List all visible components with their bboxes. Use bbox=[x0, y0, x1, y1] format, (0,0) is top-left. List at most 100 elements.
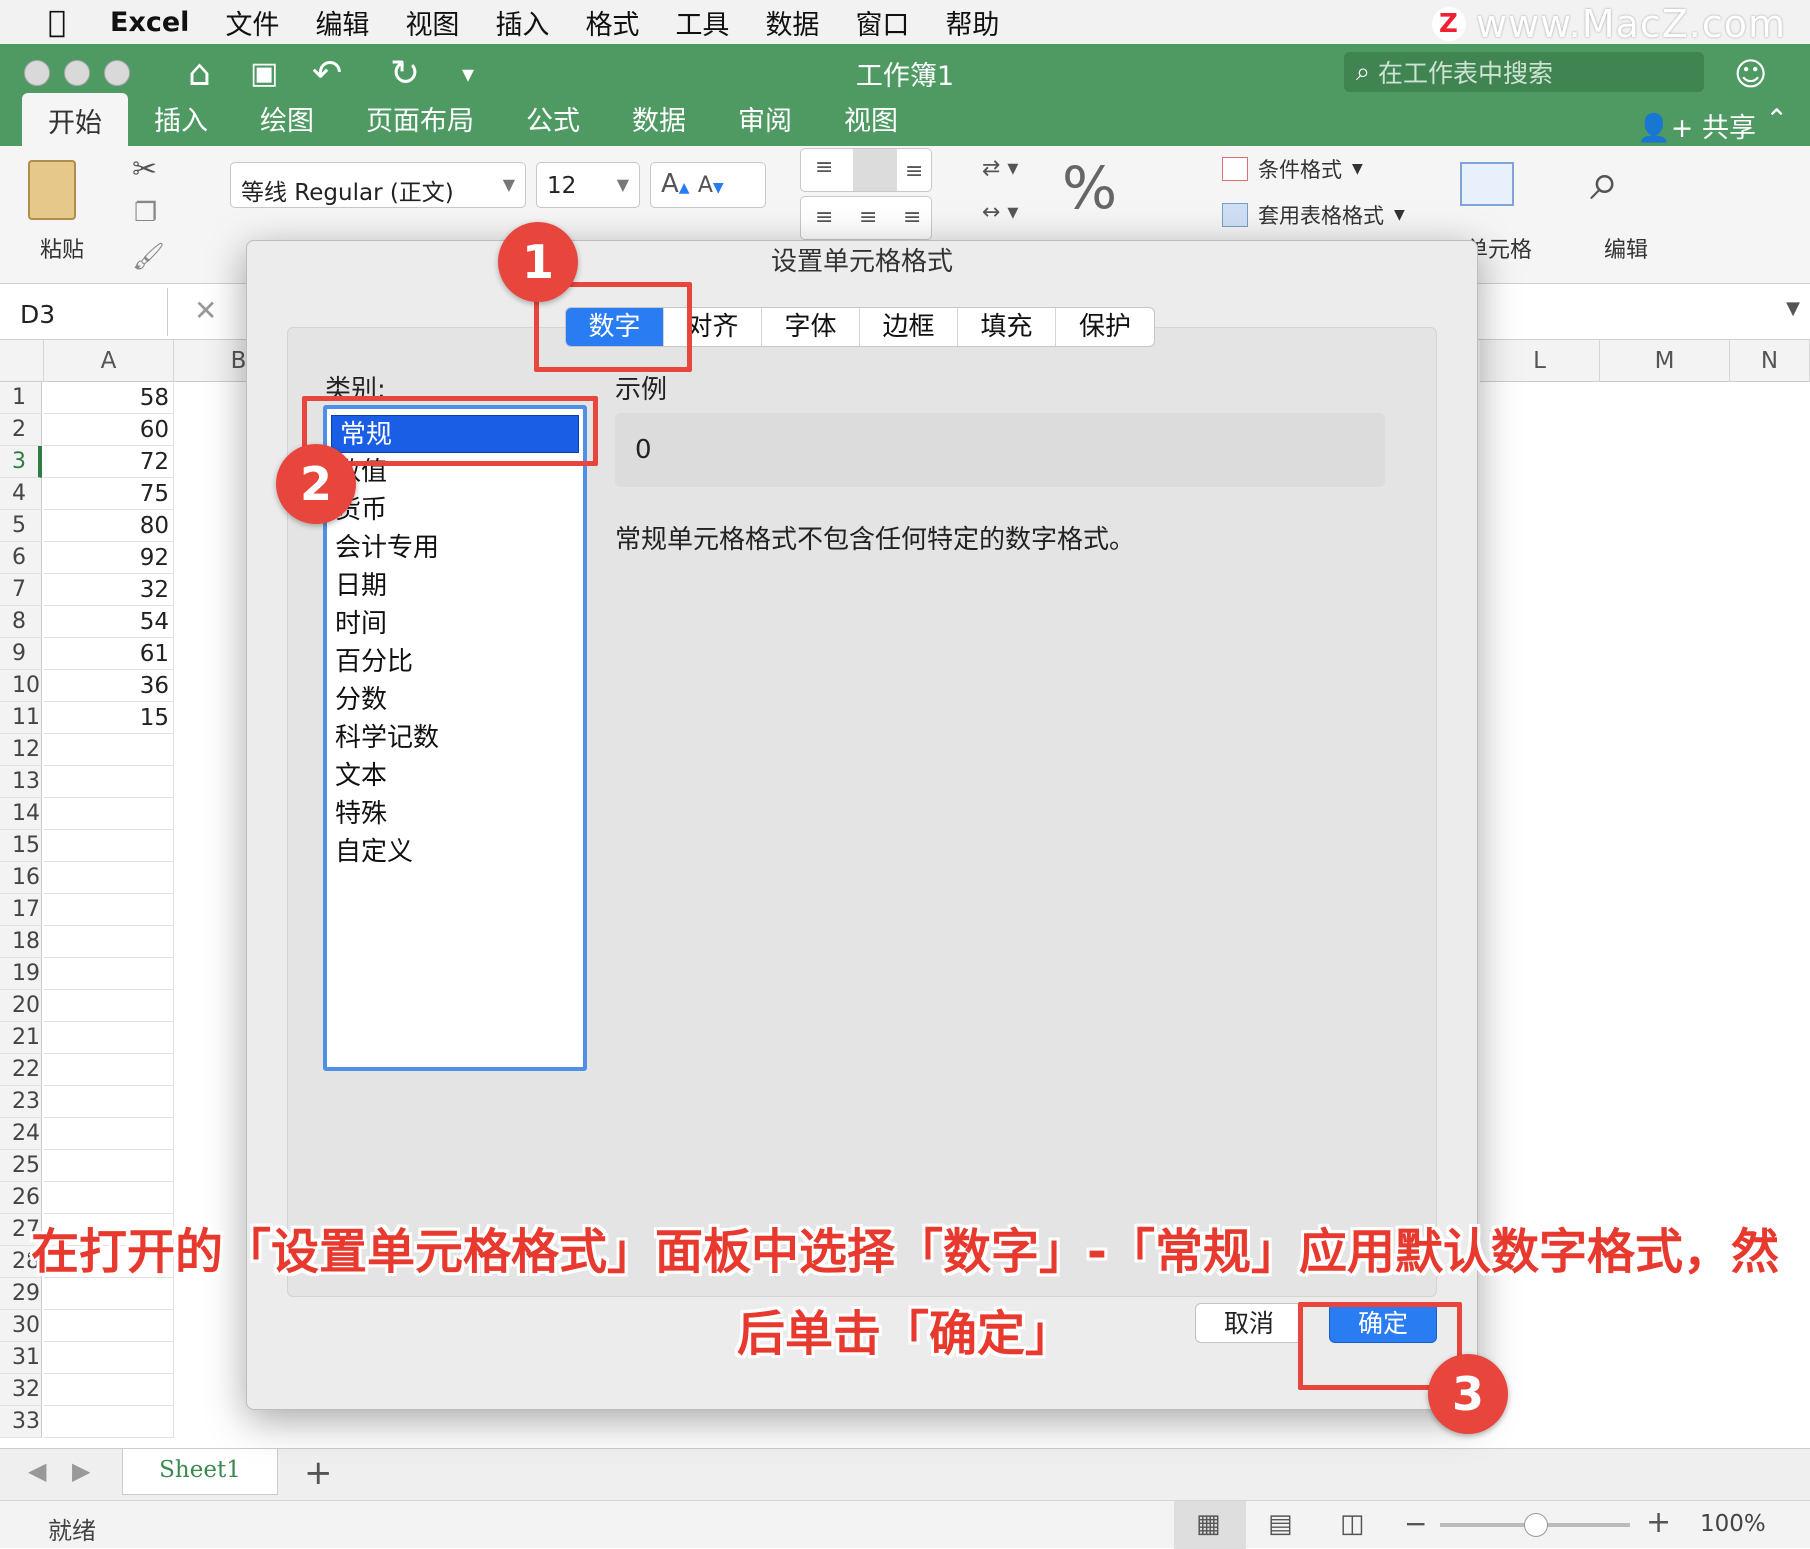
category-percentage[interactable]: 百分比 bbox=[327, 643, 583, 681]
menu-edit[interactable]: 编辑 bbox=[315, 3, 369, 42]
tab-protection[interactable]: 保护 bbox=[1056, 308, 1154, 346]
cell-a[interactable] bbox=[44, 862, 174, 894]
row-header[interactable]: 12 bbox=[0, 734, 42, 766]
clipboard-icon[interactable] bbox=[28, 160, 76, 220]
menu-file[interactable]: 文件 bbox=[225, 3, 279, 42]
collapse-ribbon-icon[interactable]: ⌃ bbox=[1765, 104, 1788, 135]
cell-a[interactable] bbox=[44, 1086, 174, 1118]
cell-a[interactable]: 54 bbox=[44, 606, 174, 638]
cell-a[interactable] bbox=[44, 1022, 174, 1054]
column-header-n[interactable]: N bbox=[1730, 340, 1810, 382]
shrink-font-button[interactable]: A bbox=[698, 173, 713, 198]
page-break-view-icon[interactable]: ◫ bbox=[1340, 1509, 1365, 1539]
expand-formula-bar-icon[interactable]: ▼ bbox=[1786, 298, 1800, 319]
cell-a[interactable] bbox=[44, 1374, 174, 1406]
row-header[interactable]: 32 bbox=[0, 1374, 42, 1406]
cell-a[interactable]: 92 bbox=[44, 542, 174, 574]
cell-a[interactable]: 80 bbox=[44, 510, 174, 542]
cell-a[interactable]: 72 bbox=[44, 446, 174, 478]
cell-a[interactable]: 32 bbox=[44, 574, 174, 606]
cell-a[interactable] bbox=[44, 1150, 174, 1182]
cell-a[interactable] bbox=[44, 798, 174, 830]
menu-format[interactable]: 格式 bbox=[585, 3, 639, 42]
menu-help[interactable]: 帮助 bbox=[945, 3, 999, 42]
zoom-slider-thumb[interactable] bbox=[1524, 1513, 1548, 1537]
cell-a[interactable] bbox=[44, 958, 174, 990]
percent-number-format-icon[interactable]: % bbox=[1062, 154, 1117, 222]
row-header[interactable]: 7 bbox=[0, 574, 42, 606]
name-box[interactable]: D3 bbox=[0, 288, 168, 336]
row-header[interactable]: 25 bbox=[0, 1150, 42, 1182]
row-header[interactable]: 21 bbox=[0, 1022, 42, 1054]
cell-a[interactable] bbox=[44, 734, 174, 766]
row-header[interactable]: 6 bbox=[0, 542, 42, 574]
cell-a[interactable]: 58 bbox=[44, 382, 174, 414]
row-header[interactable]: 16 bbox=[0, 862, 42, 894]
apple-icon[interactable]:  bbox=[42, 5, 72, 40]
cells-icon[interactable] bbox=[1460, 162, 1514, 206]
menu-data[interactable]: 数据 bbox=[765, 3, 819, 42]
row-header[interactable]: 1 bbox=[0, 382, 42, 414]
row-header[interactable]: 22 bbox=[0, 1054, 42, 1086]
prev-sheet-icon[interactable]: ◀ bbox=[28, 1457, 46, 1485]
format-as-table-button[interactable]: 套用表格格式 ▼ bbox=[1222, 200, 1405, 230]
category-custom[interactable]: 自定义 bbox=[327, 833, 583, 871]
row-header[interactable]: 5 bbox=[0, 510, 42, 542]
tab-font[interactable]: 字体 bbox=[762, 308, 860, 346]
category-list[interactable]: 常规 数值 货币 会计专用 日期 时间 百分比 分数 科学记数 文本 特殊 自定… bbox=[323, 405, 587, 1071]
next-sheet-icon[interactable]: ▶ bbox=[72, 1457, 90, 1485]
row-header[interactable]: 10 bbox=[0, 670, 42, 702]
sheet-tab-sheet1[interactable]: Sheet1 bbox=[122, 1449, 278, 1495]
wrap-text-icon[interactable]: ⇄ ▾ bbox=[982, 156, 1018, 181]
font-name-select[interactable]: 等线 Regular (正文) ▼ bbox=[230, 162, 526, 208]
row-header[interactable]: 20 bbox=[0, 990, 42, 1022]
tab-border[interactable]: 边框 bbox=[860, 308, 958, 346]
align-middle-icon[interactable] bbox=[853, 149, 897, 191]
category-text[interactable]: 文本 bbox=[327, 757, 583, 795]
category-currency[interactable]: 货币 bbox=[327, 491, 583, 529]
tab-data[interactable]: 数据 bbox=[606, 99, 712, 146]
row-header[interactable]: 23 bbox=[0, 1086, 42, 1118]
cell-a[interactable] bbox=[44, 1054, 174, 1086]
cell-a[interactable]: 61 bbox=[44, 638, 174, 670]
zoom-out-button[interactable]: − bbox=[1404, 1507, 1427, 1540]
page-layout-view-icon[interactable]: ▤ bbox=[1268, 1509, 1293, 1539]
align-right-icon[interactable]: ≡ bbox=[903, 205, 921, 230]
font-size-select[interactable]: 12 ▼ bbox=[536, 162, 640, 208]
category-date[interactable]: 日期 bbox=[327, 567, 583, 605]
cell-a[interactable] bbox=[44, 894, 174, 926]
row-header[interactable]: 4 bbox=[0, 478, 42, 510]
sheet-search-input[interactable]: ⌕ 在工作表中搜索 bbox=[1344, 52, 1704, 92]
category-special[interactable]: 特殊 bbox=[327, 795, 583, 833]
share-button[interactable]: 👤+ 共享 bbox=[1637, 106, 1756, 145]
cell-a[interactable] bbox=[44, 1118, 174, 1150]
category-accounting[interactable]: 会计专用 bbox=[327, 529, 583, 567]
cell-a[interactable] bbox=[44, 1182, 174, 1214]
column-header-a[interactable]: A bbox=[44, 340, 174, 382]
column-header-m[interactable]: M bbox=[1600, 340, 1730, 382]
tab-view[interactable]: 视图 bbox=[818, 99, 924, 146]
tab-page-layout[interactable]: 页面布局 bbox=[340, 99, 500, 146]
row-header[interactable]: 15 bbox=[0, 830, 42, 862]
category-fraction[interactable]: 分数 bbox=[327, 681, 583, 719]
format-painter-icon[interactable]: 🖌 bbox=[132, 242, 165, 272]
menu-excel[interactable]: Excel bbox=[110, 7, 189, 38]
row-header[interactable]: 24 bbox=[0, 1118, 42, 1150]
copy-icon[interactable]: ❐ bbox=[134, 198, 157, 228]
zoom-in-button[interactable]: + bbox=[1646, 1505, 1671, 1540]
align-center-icon[interactable]: ≡ bbox=[859, 205, 877, 230]
cancel-entry-icon[interactable]: ✕ bbox=[194, 294, 217, 327]
cell-a[interactable] bbox=[44, 766, 174, 798]
cell-a[interactable] bbox=[44, 830, 174, 862]
row-header[interactable]: 33 bbox=[0, 1406, 42, 1438]
align-top-icon[interactable]: ≡ bbox=[815, 155, 833, 180]
row-header[interactable]: 8 bbox=[0, 606, 42, 638]
column-header-l[interactable]: L bbox=[1480, 340, 1600, 382]
cell-a[interactable]: 15 bbox=[44, 702, 174, 734]
align-left-icon[interactable]: ≡ bbox=[815, 205, 833, 230]
cell-a[interactable] bbox=[44, 926, 174, 958]
menu-window[interactable]: 窗口 bbox=[855, 3, 909, 42]
conditional-format-button[interactable]: 条件格式 ▼ bbox=[1222, 154, 1363, 184]
tab-insert[interactable]: 插入 bbox=[128, 99, 234, 146]
tab-formulas[interactable]: 公式 bbox=[500, 99, 606, 146]
